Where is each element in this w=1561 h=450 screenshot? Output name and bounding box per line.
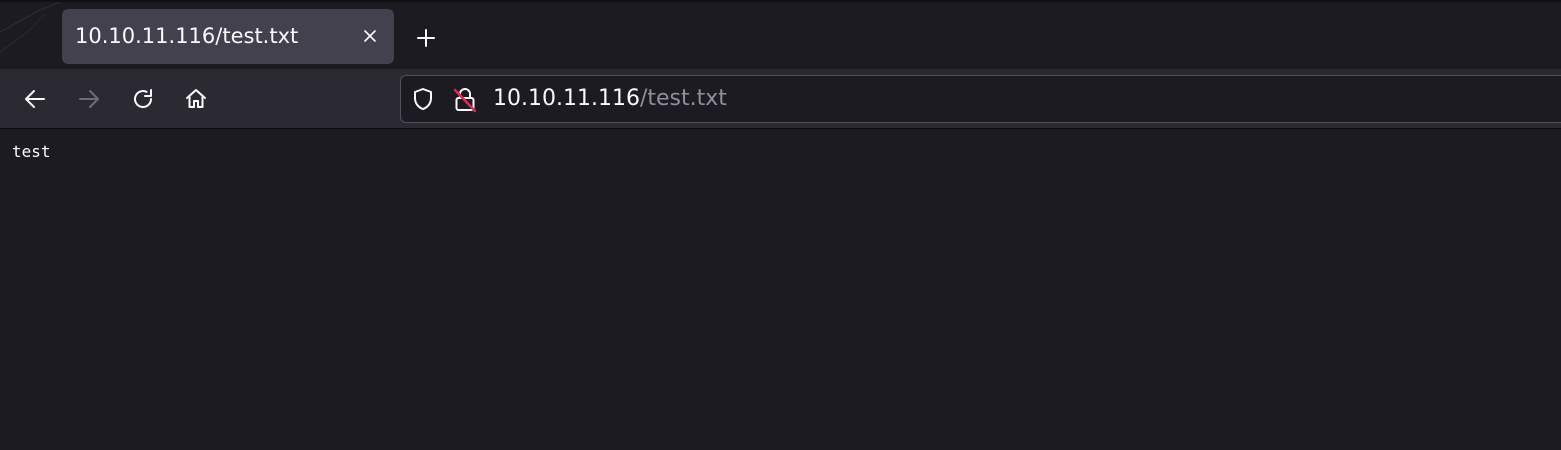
shield-icon[interactable] — [411, 87, 435, 111]
url-path: /test.txt — [639, 86, 727, 111]
plain-text-content: test — [12, 142, 51, 161]
home-button[interactable] — [178, 81, 214, 117]
url-bar[interactable]: 10.10.11.116/test.txt — [400, 75, 1561, 123]
navigation-toolbar: 10.10.11.116/test.txt — [0, 69, 1561, 129]
arrow-right-icon — [79, 90, 99, 108]
tab-title: 10.10.11.116/test.txt — [75, 24, 299, 48]
reload-icon — [134, 89, 152, 108]
home-icon — [186, 89, 206, 108]
plus-icon — [417, 29, 435, 47]
reload-button[interactable] — [125, 81, 161, 117]
tab-strip: 10.10.11.116/test.txt — [0, 0, 1561, 69]
arrow-left-icon — [25, 90, 45, 108]
forward-button[interactable] — [71, 81, 107, 117]
insecure-lock-icon[interactable] — [453, 87, 477, 113]
back-button[interactable] — [17, 81, 53, 117]
close-icon[interactable] — [360, 26, 380, 46]
browser-window: 10.10.11.116/test.txt 10.10.11.116/test.… — [0, 0, 1561, 450]
page-content: test — [0, 129, 1561, 450]
new-tab-button[interactable] — [410, 22, 442, 54]
tab-active[interactable]: 10.10.11.116/test.txt — [62, 9, 394, 64]
desktop-wallpaper-corner — [0, 2, 60, 53]
url-text[interactable]: 10.10.11.116/test.txt — [493, 76, 727, 122]
url-host: 10.10.11.116 — [493, 86, 640, 111]
